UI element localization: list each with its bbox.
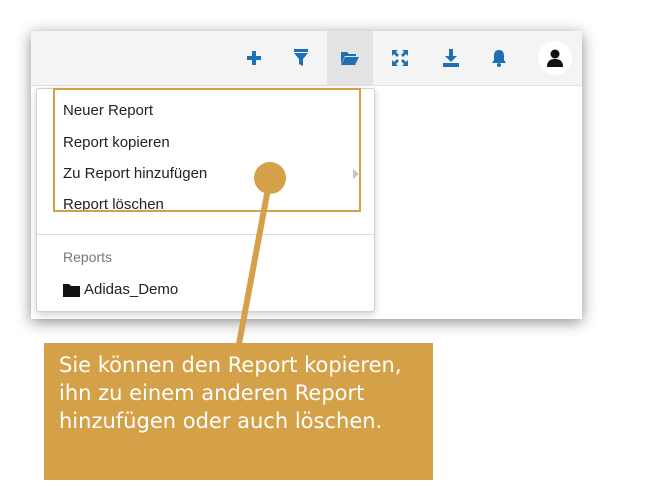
- annotation-highlight-box: [53, 88, 361, 212]
- user-avatar[interactable]: [538, 41, 572, 75]
- callout-text: Sie können den Report kopieren, ihn zu e…: [59, 353, 402, 433]
- reports-section-header: Reports: [63, 249, 113, 265]
- filter-button[interactable]: [278, 31, 324, 85]
- download-button[interactable]: [428, 31, 474, 85]
- notifications-button[interactable]: [476, 31, 522, 85]
- download-icon: [443, 49, 459, 67]
- bell-icon: [492, 50, 506, 67]
- folder-icon: [63, 284, 80, 297]
- plus-icon: [247, 51, 261, 65]
- toolbar: [31, 31, 582, 86]
- annotation-callout: Sie können den Report kopieren, ihn zu e…: [44, 343, 433, 480]
- user-icon: [547, 49, 563, 67]
- fullscreen-button[interactable]: [377, 31, 423, 85]
- reports-button[interactable]: [327, 31, 373, 85]
- menu-divider: [37, 234, 374, 235]
- folder-open-icon: [341, 51, 359, 65]
- filter-icon: [294, 49, 308, 66]
- add-button[interactable]: [231, 31, 277, 85]
- fullscreen-icon: [392, 50, 408, 66]
- report-item-label: Adidas_Demo: [84, 281, 179, 298]
